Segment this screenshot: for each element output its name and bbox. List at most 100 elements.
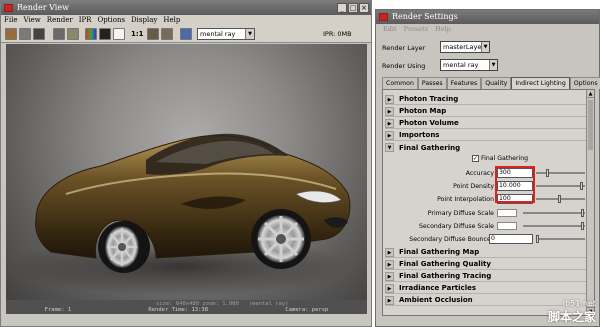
snapshot-icon[interactable] [33,28,45,40]
slider-handle[interactable] [581,222,584,230]
minimize-button[interactable]: _ [337,3,347,13]
menu-view[interactable]: View [23,15,40,26]
menu-help[interactable]: Help [435,24,451,35]
section-final-gathering-tracing[interactable]: ▶ Final Gathering Tracing [385,271,586,282]
menu-options[interactable]: Options [97,15,125,26]
alpha-channel-icon[interactable] [99,28,111,40]
real-size-icon[interactable] [113,28,125,40]
menu-file[interactable]: File [4,15,17,26]
keep-image-icon[interactable] [147,28,159,40]
panel-scrollbar[interactable]: ▲ ▼ [586,90,594,315]
secondary-diffuse-color-swatch[interactable] [497,222,517,230]
slider-handle[interactable] [581,209,584,217]
menu-help[interactable]: Help [163,15,180,26]
section-final-gathering[interactable]: ▼ Final Gathering [385,142,586,153]
close-button[interactable]: × [359,3,369,13]
watermark-site: jb51.net [562,299,596,308]
primary-diffuse-scale-label: Primary Diffuse Scale [427,210,494,217]
frame-info: Frame: 1 [44,307,72,313]
render-settings-title: Render Settings [392,12,458,21]
render-layer-select[interactable]: masterLayer ▼ [440,41,490,53]
primary-diffuse-color-swatch[interactable] [497,209,517,217]
render-settings-icon[interactable] [180,28,192,40]
highlight-box [495,166,535,203]
final-gathering-checkbox[interactable]: ✓ [472,155,479,162]
tab-options[interactable]: Options [569,77,600,89]
section-irradiance-particles[interactable]: ▶ Irradiance Particles [385,283,586,294]
final-gathering-checkbox-row[interactable]: ✓ Final Gathering [472,155,528,162]
section-final-gathering-map[interactable]: ▶ Final Gathering Map [385,247,586,258]
chevron-down-icon: ▼ [489,60,497,70]
renderer-select-value: mental ray [200,30,236,38]
render-region-icon[interactable] [19,28,31,40]
slider-handle[interactable] [558,195,561,203]
section-final-gathering-map-label: Final Gathering Map [399,248,480,256]
point-interpolation-slider[interactable] [536,195,585,203]
render-settings-menubar: Edit Presets Help [376,24,599,35]
point-interpolation-row: Point Interpolation 100 [383,194,588,205]
ipr-memory-status: IPR: 0MB [323,30,352,38]
menu-display[interactable]: Display [131,15,157,26]
renderer-select[interactable]: mental ray ▼ [197,28,255,40]
menu-ipr[interactable]: IPR [79,15,92,26]
slider-handle[interactable] [580,182,583,190]
tab-common[interactable]: Common [382,77,418,89]
site-watermark: jb51.net 脚本之家 [548,299,596,325]
point-density-slider[interactable] [536,182,585,190]
maximize-button[interactable]: □ [348,3,358,13]
menu-presets[interactable]: Presets [404,24,428,35]
menu-edit[interactable]: Edit [383,24,397,35]
render-view-titlebar: Render View _ □ × [1,1,371,15]
render-settings-window: Render Settings Edit Presets Help Render… [375,9,600,327]
render-time-info: Render Time: 13:38 [148,307,209,313]
expand-arrow-icon: ▶ [385,271,394,281]
expand-arrow-icon: ▶ [385,118,394,128]
section-photon-map[interactable]: ▶ Photon Map [385,106,586,117]
refresh-ipr-icon[interactable] [67,28,79,40]
section-photon-tracing[interactable]: ▶ Photon Tracing [385,94,586,105]
render-view-title: Render View [17,3,69,12]
section-photon-map-label: Photon Map [399,107,447,115]
render-view-menubar: File View Render IPR Options Display Hel… [1,15,371,26]
slider-handle[interactable] [546,169,549,177]
final-gathering-checkbox-label: Final Gathering [481,155,529,162]
redo-render-icon[interactable] [5,28,17,40]
slider-handle[interactable] [536,235,539,243]
point-density-label: Point Density [453,183,494,190]
expand-arrow-icon: ▶ [385,130,394,140]
tab-indirect-lighting[interactable]: Indirect Lighting [511,77,570,89]
primary-diffuse-scale-row: Primary Diffuse Scale [383,208,588,219]
secondary-diffuse-bounces-row: Secondary Diffuse Bounces 0 [383,234,588,245]
section-importons[interactable]: ▶ Importons [385,130,586,141]
section-final-gathering-quality[interactable]: ▶ Final Gathering Quality [385,259,586,270]
secondary-diffuse-bounces-slider[interactable] [536,235,585,243]
accuracy-slider[interactable] [536,169,585,177]
secondary-diffuse-slider[interactable] [523,222,585,230]
ratio-label[interactable]: 1:1 [131,30,144,38]
tab-features[interactable]: Features [446,77,482,89]
remove-image-icon[interactable] [161,28,173,40]
render-viewport[interactable]: size: 640x480 zoom: 1.000 (mental ray) F… [6,44,367,314]
scroll-thumb[interactable] [588,100,593,150]
tab-quality[interactable]: Quality [481,77,512,89]
render-layer-label: Render Layer [382,44,426,52]
expand-arrow-icon: ▶ [385,94,394,104]
chevron-down-icon: ▼ [481,42,489,52]
expand-arrow-icon: ▶ [385,106,394,116]
secondary-diffuse-bounces-field[interactable]: 0 [489,234,533,244]
watermark-cn: 脚本之家 [547,310,596,324]
render-using-select[interactable]: mental ray ▼ [440,59,498,71]
section-photon-volume[interactable]: ▶ Photon Volume [385,118,586,129]
render-settings-titlebar: Render Settings [376,10,599,24]
camera-info: Camera: persp [285,307,329,313]
point-density-row: Point Density 10.000 [383,181,588,192]
rgb-channels-icon[interactable] [85,28,97,40]
tab-passes[interactable]: Passes [417,77,447,89]
scroll-up-icon[interactable]: ▲ [587,90,594,98]
point-interpolation-label: Point Interpolation [437,196,494,203]
primary-diffuse-slider[interactable] [523,209,585,217]
section-photon-tracing-label: Photon Tracing [399,95,459,103]
expand-arrow-icon: ▶ [385,283,394,293]
menu-render[interactable]: Render [47,15,73,26]
ipr-render-icon[interactable] [53,28,65,40]
